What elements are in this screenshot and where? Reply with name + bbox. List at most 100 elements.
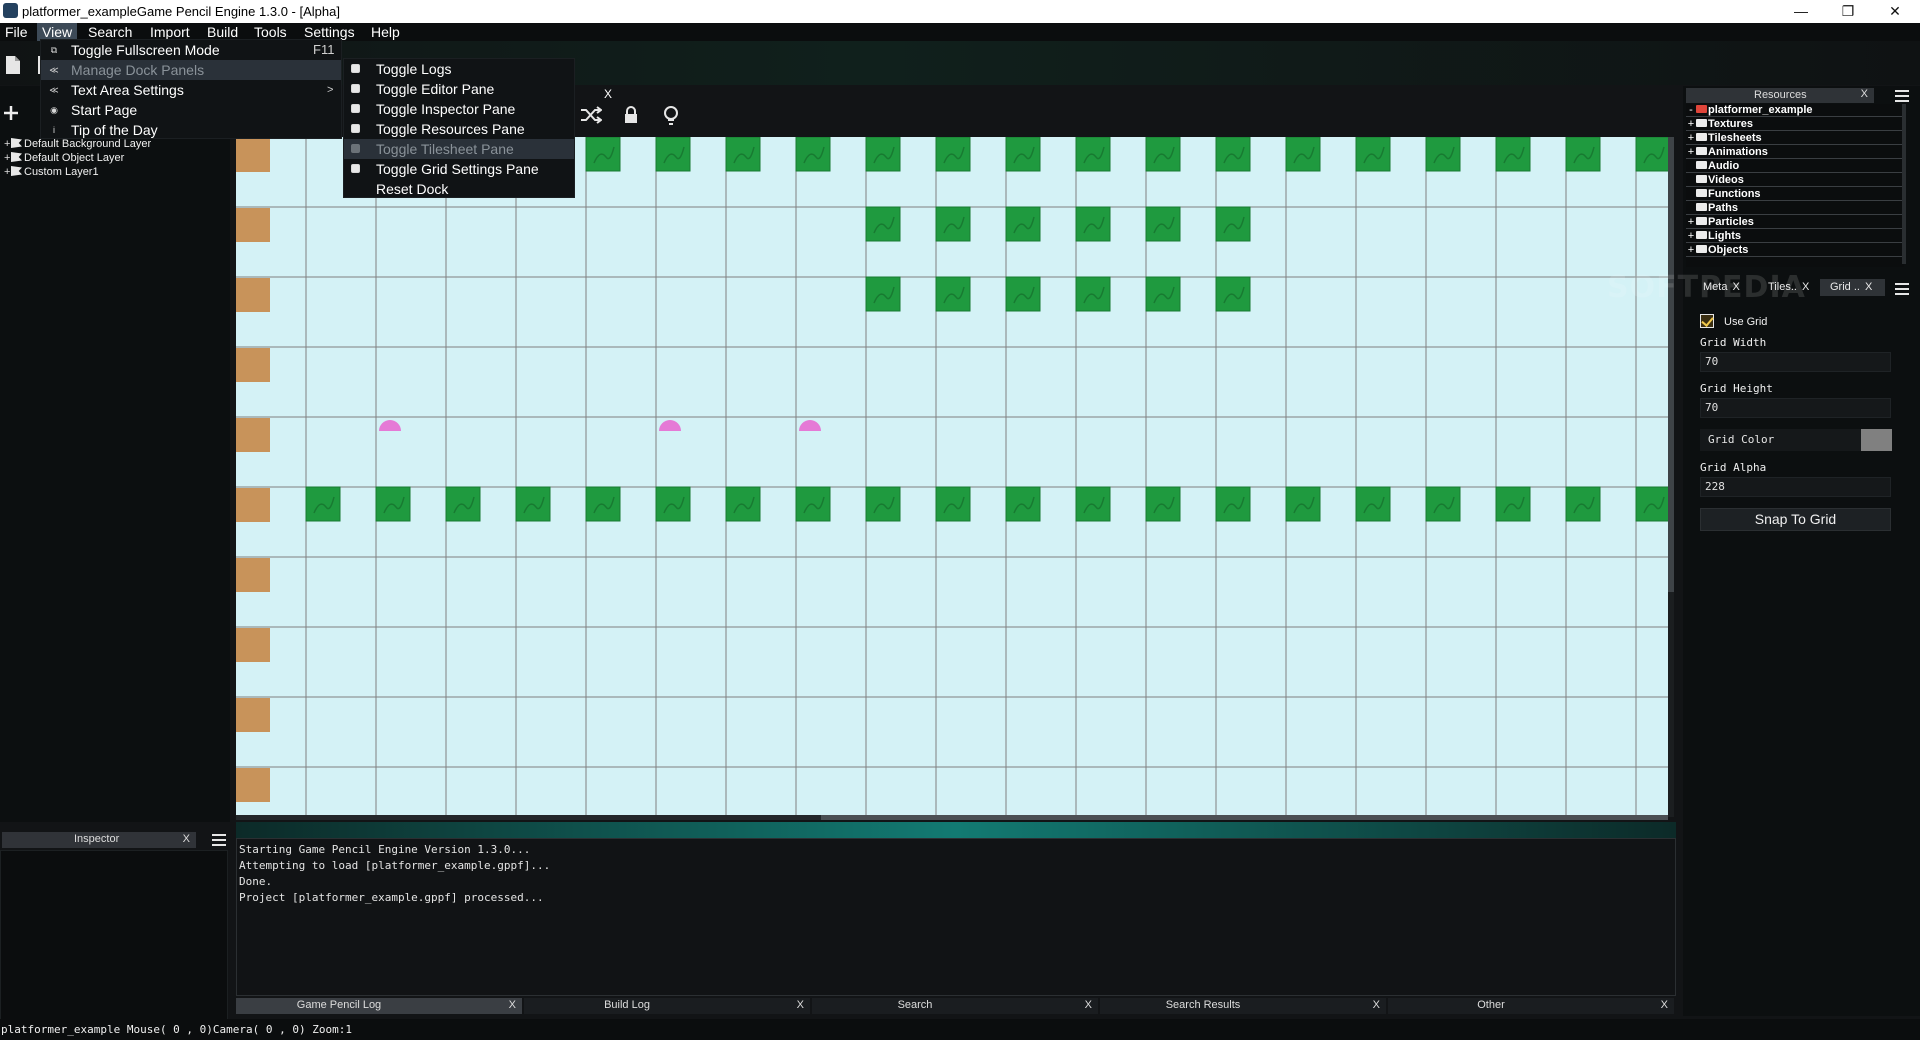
- window-title: platformer_exampleGame Pencil Engine 1.3…: [22, 4, 340, 19]
- lock-icon[interactable]: [620, 105, 642, 127]
- dock-submenu-item[interactable]: Reset Dock: [344, 179, 574, 199]
- add-layer-icon[interactable]: [2, 104, 22, 126]
- view-menu-item[interactable]: ⧉ Toggle Fullscreen Mode F11: [41, 40, 341, 60]
- close-window-button[interactable]: ✕: [1872, 0, 1918, 23]
- maximize-button[interactable]: ❐: [1825, 0, 1871, 23]
- resource-tree-item[interactable]: Audio: [1686, 160, 1904, 173]
- crate-tile: [236, 768, 270, 802]
- scene-grid: [236, 137, 1668, 817]
- dock-submenu-item[interactable]: Toggle Resources Pane: [344, 119, 574, 139]
- resources-tab[interactable]: Resources X: [1686, 88, 1874, 103]
- resource-tree-item[interactable]: + Lights: [1686, 230, 1904, 243]
- crate-tile: [236, 418, 270, 452]
- minimize-button[interactable]: —: [1778, 0, 1824, 23]
- pane-menu-icon[interactable]: [1895, 283, 1909, 295]
- submenu-arrow-icon: >: [327, 84, 334, 96]
- folder-icon: [1696, 133, 1707, 141]
- layer-row[interactable]: + Default Object Layer: [4, 151, 124, 165]
- toggle-checkbox-icon: [351, 104, 360, 113]
- expand-toggle[interactable]: +: [1686, 132, 1696, 145]
- resources-menu-icon[interactable]: [1895, 90, 1909, 102]
- lightbulb-icon[interactable]: [660, 105, 682, 127]
- canvas-horizontal-scrollbar[interactable]: [236, 815, 1668, 820]
- new-file-icon[interactable]: [2, 55, 24, 77]
- expand-toggle[interactable]: +: [1686, 244, 1696, 257]
- resource-tree-item[interactable]: + Tilesheets: [1686, 132, 1904, 145]
- dock-submenu-item[interactable]: Toggle Grid Settings Pane: [344, 159, 574, 179]
- toggle-checkbox-icon: [351, 84, 360, 93]
- grid-height-field[interactable]: 70: [1700, 398, 1891, 418]
- inspector-menu-icon[interactable]: [212, 834, 226, 846]
- inspector-tab[interactable]: Inspector X: [2, 832, 196, 848]
- view-menu-item[interactable]: ≪ Manage Dock Panels: [41, 60, 341, 80]
- tab-search-results[interactable]: Search Results X: [1100, 998, 1386, 1014]
- crate-tile: [236, 208, 270, 242]
- grid-width-label: Grid Width: [1700, 336, 1767, 349]
- resource-tree-item[interactable]: Paths: [1686, 202, 1904, 215]
- expand-toggle[interactable]: +: [1686, 230, 1696, 243]
- folder-icon: [1696, 203, 1707, 211]
- grid-color-label: Grid Color: [1708, 433, 1775, 446]
- expand-toggle[interactable]: +: [1686, 216, 1696, 229]
- folder-icon: [1696, 119, 1707, 127]
- folder-icon: [1696, 189, 1707, 197]
- fullscreen-icon: ⧉: [50, 45, 58, 55]
- resources-close-button[interactable]: X: [1861, 88, 1868, 100]
- resource-tree-item[interactable]: + Particles: [1686, 216, 1904, 229]
- grid-color-swatch[interactable]: [1861, 429, 1892, 451]
- grid-color-row[interactable]: Grid Color: [1700, 429, 1892, 451]
- resources-scrollbar[interactable]: [1902, 104, 1906, 264]
- dock-submenu-item[interactable]: Toggle Editor Pane: [344, 79, 574, 99]
- folder-icon: [1696, 245, 1707, 253]
- folder-icon: [1696, 175, 1707, 183]
- shuffle-icon[interactable]: [580, 105, 603, 127]
- expand-toggle[interactable]: +: [1686, 118, 1696, 131]
- log-line: Project [platformer_example.gppf] proces…: [239, 891, 544, 904]
- grid-height-label: Grid Height: [1700, 382, 1773, 395]
- layer-row[interactable]: + Custom Layer1: [4, 165, 99, 179]
- inspector-close-button[interactable]: X: [183, 833, 190, 845]
- dock-submenu-item[interactable]: Toggle Tilesheet Pane: [344, 139, 574, 159]
- view-menu-item[interactable]: ◉ Start Page: [41, 100, 341, 120]
- expand-toggle[interactable]: +: [1686, 146, 1696, 159]
- editor-tab-close[interactable]: X: [604, 87, 616, 101]
- tab-close-button[interactable]: X: [1661, 999, 1668, 1011]
- use-grid-label: Use Grid: [1724, 316, 1768, 328]
- resource-tree-item[interactable]: Videos: [1686, 174, 1904, 187]
- scene-canvas[interactable]: [236, 137, 1668, 817]
- tab-build-log[interactable]: Build Log X: [524, 998, 810, 1014]
- crate-tile: [236, 558, 270, 592]
- grid-alpha-label: Grid Alpha: [1700, 461, 1767, 474]
- crate-tile: [236, 278, 270, 312]
- resource-tree-item[interactable]: + Objects: [1686, 244, 1904, 257]
- menu-file[interactable]: File: [0, 23, 33, 41]
- resource-tree-item[interactable]: Functions: [1686, 188, 1904, 201]
- snap-to-grid-button[interactable]: Snap To Grid: [1700, 508, 1891, 531]
- view-menu-item[interactable]: i Tip of the Day: [41, 120, 341, 140]
- tab-game-pencil-log[interactable]: Game Pencil Log X: [236, 998, 522, 1014]
- folder-icon: [1696, 147, 1707, 155]
- view-menu-item[interactable]: ≪ Text Area Settings >: [41, 80, 341, 100]
- log-tabs: Game Pencil Log X Build Log X Search X Sear…: [236, 998, 1676, 1014]
- resource-tree-item[interactable]: - platformer_example: [1686, 104, 1904, 117]
- expand-toggle[interactable]: -: [1686, 104, 1696, 117]
- folder-icon: [1696, 231, 1707, 239]
- dock-submenu-item[interactable]: Toggle Logs: [344, 59, 574, 79]
- log-line: Done.: [239, 875, 273, 888]
- shortcut-label: F11: [313, 42, 335, 57]
- tab-other[interactable]: Other X: [1388, 998, 1674, 1014]
- resource-tree-item[interactable]: + Textures: [1686, 118, 1904, 131]
- resource-tree-item[interactable]: + Animations: [1686, 146, 1904, 159]
- watermark: SOFTPEDIA: [1607, 270, 1806, 305]
- canvas-vertical-scrollbar[interactable]: [1668, 137, 1674, 817]
- grid-alpha-field[interactable]: 228: [1700, 477, 1891, 497]
- tab-grid-settings[interactable]: Grid .. X: [1820, 279, 1885, 296]
- dock-submenu-item[interactable]: Toggle Inspector Pane: [344, 99, 574, 119]
- log-line: Attempting to load [platformer_example.g…: [239, 859, 551, 872]
- folder-icon: [1696, 161, 1707, 169]
- info-icon: i: [53, 125, 55, 135]
- grid-width-field[interactable]: 70: [1700, 352, 1891, 372]
- menu-help[interactable]: Help: [366, 23, 405, 41]
- use-grid-checkbox[interactable]: [1700, 314, 1714, 328]
- tab-search[interactable]: Search X: [812, 998, 1098, 1014]
